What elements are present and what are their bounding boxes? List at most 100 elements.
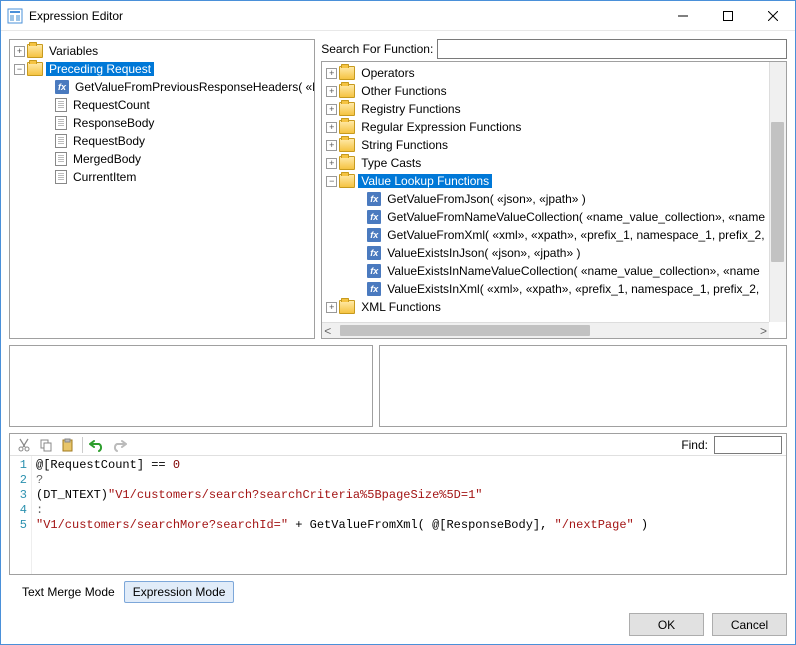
expand-icon[interactable]: + bbox=[326, 302, 337, 313]
tree-label: Regular Expression Functions bbox=[358, 120, 524, 134]
tree-category[interactable]: + Operators bbox=[322, 64, 768, 82]
tree-label: RequestBody bbox=[70, 134, 148, 148]
tree-label: Preceding Request bbox=[46, 62, 154, 76]
find-label: Find: bbox=[681, 438, 708, 452]
folder-icon bbox=[339, 66, 355, 80]
tree-label: Other Functions bbox=[358, 84, 449, 98]
expand-icon[interactable]: + bbox=[326, 122, 337, 133]
description-panel-right bbox=[379, 345, 787, 427]
collapse-icon[interactable]: − bbox=[14, 64, 25, 75]
tree-category-value-lookup[interactable]: − Value Lookup Functions bbox=[322, 172, 768, 190]
cut-button[interactable] bbox=[14, 435, 34, 455]
doc-icon bbox=[55, 152, 67, 166]
fx-icon: fx bbox=[367, 210, 381, 224]
mode-tabs: Text Merge Mode Expression Mode bbox=[9, 581, 787, 603]
tree-label: GetValueFromNameValueCollection( «name_v… bbox=[384, 210, 768, 224]
tab-text-merge-mode[interactable]: Text Merge Mode bbox=[13, 581, 124, 603]
collapse-icon[interactable]: − bbox=[326, 176, 337, 187]
doc-icon bbox=[55, 170, 67, 184]
titlebar: Expression Editor bbox=[1, 1, 795, 31]
expand-icon[interactable]: + bbox=[326, 158, 337, 169]
folder-icon bbox=[339, 102, 355, 116]
tree-function-item[interactable]: fxValueExistsInNameValueCollection( «nam… bbox=[340, 262, 768, 280]
vertical-scrollbar[interactable] bbox=[769, 62, 786, 322]
tree-function-item[interactable]: fxValueExistsInXml( «xml», «xpath», «pre… bbox=[340, 280, 768, 298]
tree-item[interactable]: ResponseBody bbox=[28, 114, 314, 132]
tree-category[interactable]: + String Functions bbox=[322, 136, 768, 154]
code-editor[interactable]: 12345 @[RequestCount] == 0?(DT_NTEXT)"V1… bbox=[10, 456, 786, 574]
minimize-button[interactable] bbox=[660, 1, 705, 30]
tree-item[interactable]: fxGetValueFromPreviousResponseHeaders( «… bbox=[28, 78, 314, 96]
expand-icon[interactable]: + bbox=[326, 140, 337, 151]
redo-button[interactable] bbox=[109, 435, 129, 455]
horizontal-scrollbar[interactable]: <> bbox=[322, 322, 769, 338]
tree-category[interactable]: + Other Functions bbox=[322, 82, 768, 100]
variables-tree-panel[interactable]: + Variables − Preceding Request fxGetVal… bbox=[9, 39, 315, 339]
app-icon bbox=[7, 8, 23, 24]
tree-category[interactable]: + Registry Functions bbox=[322, 100, 768, 118]
window-title: Expression Editor bbox=[29, 9, 660, 23]
tree-label: XML Functions bbox=[358, 300, 444, 314]
fx-icon: fx bbox=[367, 264, 381, 278]
tree-label: MergedBody bbox=[70, 152, 144, 166]
tree-item[interactable]: MergedBody bbox=[28, 150, 314, 168]
fx-icon: fx bbox=[367, 246, 381, 260]
tree-label: Type Casts bbox=[358, 156, 424, 170]
doc-icon bbox=[55, 116, 67, 130]
expand-icon[interactable]: + bbox=[326, 68, 337, 79]
tree-function-item[interactable]: fxGetValueFromNameValueCollection( «name… bbox=[340, 208, 768, 226]
tree-function-item[interactable]: fxGetValueFromJson( «json», «jpath» ) bbox=[340, 190, 768, 208]
maximize-button[interactable] bbox=[705, 1, 750, 30]
tree-label: RequestCount bbox=[70, 98, 153, 112]
folder-icon bbox=[339, 300, 355, 314]
tree-label: GetValueFromXml( «xml», «xpath», «prefix… bbox=[384, 228, 767, 242]
tree-category[interactable]: + Type Casts bbox=[322, 154, 768, 172]
folder-icon bbox=[339, 84, 355, 98]
tree-label: Registry Functions bbox=[358, 102, 463, 116]
tree-label: ValueExistsInNameValueCollection( «name_… bbox=[384, 264, 762, 278]
tree-label: String Functions bbox=[358, 138, 451, 152]
tree-function-item[interactable]: fxGetValueFromXml( «xml», «xpath», «pref… bbox=[340, 226, 768, 244]
expand-icon[interactable]: + bbox=[326, 104, 337, 115]
fx-icon: fx bbox=[55, 80, 69, 94]
tree-label: Value Lookup Functions bbox=[358, 174, 492, 188]
tree-node-preceding-request[interactable]: − Preceding Request bbox=[10, 60, 314, 78]
search-label: Search For Function: bbox=[321, 42, 433, 56]
folder-icon bbox=[339, 174, 355, 188]
tree-label: GetValueFromJson( «json», «jpath» ) bbox=[384, 192, 589, 206]
tree-label: GetValueFromPreviousResponseHeaders( «he… bbox=[72, 80, 315, 94]
tree-item[interactable]: CurrentItem bbox=[28, 168, 314, 186]
fx-icon: fx bbox=[367, 228, 381, 242]
find-input[interactable] bbox=[714, 436, 782, 454]
doc-icon bbox=[55, 98, 67, 112]
cancel-button[interactable]: Cancel bbox=[712, 613, 787, 636]
ok-button[interactable]: OK bbox=[629, 613, 704, 636]
expand-icon[interactable]: + bbox=[14, 46, 25, 57]
tree-label: CurrentItem bbox=[70, 170, 139, 184]
description-panel-left bbox=[9, 345, 373, 427]
tree-label: ValueExistsInJson( «json», «jpath» ) bbox=[384, 246, 583, 260]
tab-expression-mode[interactable]: Expression Mode bbox=[124, 581, 235, 603]
close-button[interactable] bbox=[750, 1, 795, 30]
expression-editor-panel: Find: 12345 @[RequestCount] == 0?(DT_NTE… bbox=[9, 433, 787, 575]
tree-label: ResponseBody bbox=[70, 116, 157, 130]
paste-button[interactable] bbox=[58, 435, 78, 455]
search-input[interactable] bbox=[437, 39, 787, 59]
tree-label: Operators bbox=[358, 66, 417, 80]
fx-icon: fx bbox=[367, 282, 381, 296]
tree-category[interactable]: + Regular Expression Functions bbox=[322, 118, 768, 136]
expand-icon[interactable]: + bbox=[326, 86, 337, 97]
editor-toolbar: Find: bbox=[10, 434, 786, 456]
function-tree-panel[interactable]: + Operators + Other Functions + Registry Func… bbox=[321, 61, 787, 339]
tree-category[interactable]: + XML Functions bbox=[322, 298, 768, 316]
tree-item[interactable]: RequestBody bbox=[28, 132, 314, 150]
folder-icon bbox=[27, 44, 43, 58]
tree-label: Variables bbox=[46, 44, 101, 58]
undo-button[interactable] bbox=[87, 435, 107, 455]
tree-label: ValueExistsInXml( «xml», «xpath», «prefi… bbox=[384, 282, 762, 296]
tree-item[interactable]: RequestCount bbox=[28, 96, 314, 114]
tree-function-item[interactable]: fxValueExistsInJson( «json», «jpath» ) bbox=[340, 244, 768, 262]
folder-icon bbox=[27, 62, 43, 76]
tree-node-variables[interactable]: + Variables bbox=[10, 42, 314, 60]
copy-button[interactable] bbox=[36, 435, 56, 455]
